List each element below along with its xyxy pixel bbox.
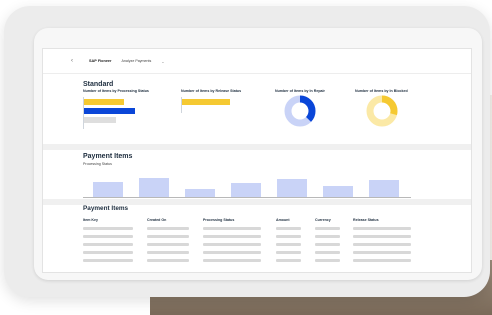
card-label: Number of Items by Release Status	[181, 89, 242, 93]
column-bar[interactable]	[231, 183, 261, 197]
shell-bar: ‹ SAP Fioneer Analyze Payments ⌄	[43, 49, 471, 74]
brand-logo[interactable]: SAP Fioneer	[89, 59, 112, 63]
table-cell-placeholder	[315, 235, 340, 238]
table-cell-placeholder	[276, 243, 301, 246]
table-cell-placeholder	[276, 259, 301, 262]
kpi-cards: Number of Items by Processing Status Num…	[83, 89, 463, 145]
chart-subtitle: Processing Status	[83, 162, 112, 166]
bar-blue	[84, 108, 135, 114]
table-cell-placeholder	[83, 259, 133, 262]
table-cell-placeholder	[83, 227, 133, 230]
app-title[interactable]: Analyze Payments	[122, 59, 152, 63]
table-cell-placeholder	[203, 227, 261, 230]
payment-items-chart-section: Payment Items Processing Status	[43, 149, 471, 201]
table-cell-placeholder	[353, 235, 411, 238]
table-cell-placeholder	[83, 235, 133, 238]
column-bar[interactable]	[139, 178, 169, 197]
donut-in-repair	[284, 95, 316, 127]
app-window: ‹ SAP Fioneer Analyze Payments ⌄ Standar…	[42, 48, 472, 273]
table-cell-placeholder	[276, 227, 301, 230]
section-title-standard: Standard	[83, 81, 114, 88]
payment-items-table: Payment Items Item Key Created On Proces…	[43, 201, 471, 271]
table-title: Payment Items	[83, 205, 129, 212]
card-label: Number of Items by Processing Status	[83, 89, 149, 93]
bar-yellow	[182, 99, 230, 105]
table-cell-placeholder	[147, 251, 189, 254]
table-cell-placeholder	[147, 259, 189, 262]
donut-in-blocked	[366, 95, 398, 127]
column-bar[interactable]	[323, 186, 353, 197]
card-release-status[interactable]: Number of Items by Release Status	[181, 89, 241, 93]
column-bar[interactable]	[185, 189, 215, 197]
card-label: Number of Items by In Repair	[275, 89, 325, 93]
section-title-payment-items: Payment Items	[83, 153, 133, 160]
column-header-currency[interactable]: Currency	[315, 218, 331, 222]
card-in-blocked[interactable]: Number of Items by In Blocked	[355, 89, 408, 93]
table-cell-placeholder	[203, 259, 261, 262]
table-cell-placeholder	[353, 243, 411, 246]
column-header-amount[interactable]: Amount	[276, 218, 290, 222]
table-cell-placeholder	[315, 227, 340, 230]
column-header-release-status[interactable]: Release Status	[353, 218, 379, 222]
table-cell-placeholder	[276, 235, 301, 238]
table-cell-placeholder	[203, 251, 261, 254]
card-processing-status[interactable]: Number of Items by Processing Status	[83, 89, 149, 93]
table-cell-placeholder	[203, 235, 261, 238]
table-cell-placeholder	[315, 243, 340, 246]
column-header-created-on[interactable]: Created On	[147, 218, 166, 222]
table-cell-placeholder	[353, 251, 411, 254]
table-cell-placeholder	[353, 227, 411, 230]
table-cell-placeholder	[147, 227, 189, 230]
chart-baseline	[83, 197, 411, 198]
table-cell-placeholder	[315, 259, 340, 262]
table-cell-placeholder	[147, 243, 189, 246]
standard-section: Standard Number of Items by Processing S…	[43, 75, 471, 147]
table-cell-placeholder	[203, 243, 261, 246]
table-cell-placeholder	[276, 251, 301, 254]
table-cell-placeholder	[83, 243, 133, 246]
table-cell-placeholder	[83, 251, 133, 254]
chevron-down-icon[interactable]: ⌄	[161, 59, 164, 64]
chevron-left-icon[interactable]: ‹	[71, 58, 79, 64]
bar-grey	[84, 117, 116, 123]
column-bar[interactable]	[369, 180, 399, 197]
bar-yellow	[84, 99, 124, 105]
table-cell-placeholder	[147, 235, 189, 238]
column-bar[interactable]	[93, 182, 123, 197]
table-cell-placeholder	[315, 251, 340, 254]
column-bar[interactable]	[277, 179, 307, 197]
card-in-repair[interactable]: Number of Items by In Repair	[275, 89, 325, 93]
card-label: Number of Items by In Blocked	[355, 89, 408, 93]
column-header-item-key[interactable]: Item Key	[83, 218, 98, 222]
column-header-processing-status[interactable]: Processing Status	[203, 218, 234, 222]
table-cell-placeholder	[353, 259, 411, 262]
